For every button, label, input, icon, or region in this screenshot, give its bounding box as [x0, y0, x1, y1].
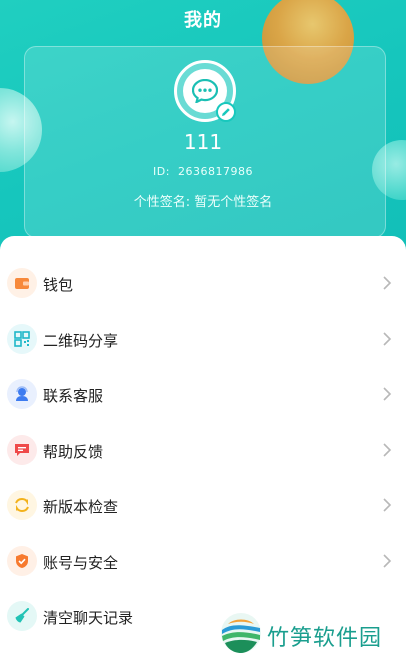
- menu-icon-bg: [7, 379, 37, 409]
- menu-item-label: 清空聊天记录: [43, 609, 134, 627]
- watermark-logo: [221, 613, 261, 653]
- edit-avatar-button[interactable]: [216, 102, 236, 122]
- update-icon: [15, 497, 29, 513]
- signature[interactable]: 个性签名: 暂无个性签名: [0, 191, 406, 210]
- user-id: ID: 2636817986: [0, 165, 406, 178]
- menu-icon-bg: [7, 546, 37, 576]
- menu-icon-bg: [7, 268, 37, 298]
- user-id-value: 2636817986: [177, 165, 253, 178]
- page-title: 我的: [184, 10, 222, 31]
- wallet-icon: [15, 278, 29, 289]
- feedback-icon: [15, 444, 29, 456]
- menu-item-label: 新版本检查: [43, 498, 119, 516]
- chevron-right-icon: [383, 276, 392, 290]
- menu-item-label: 联系客服: [43, 387, 104, 405]
- menu-icon-bg: [7, 324, 37, 354]
- signature-label: 个性签名:: [133, 195, 191, 210]
- menu-icon-bg: [7, 435, 37, 465]
- chevron-right-icon: [383, 554, 392, 568]
- customer-service-icon: [16, 386, 28, 401]
- user-id-label: ID:: [153, 165, 170, 178]
- menu-item-qrcode-share[interactable]: 二维码分享: [0, 314, 406, 366]
- signature-value: 暂无个性签名: [194, 195, 273, 210]
- menu-item-customer-service[interactable]: 联系客服: [0, 369, 406, 421]
- menu-item-help-feedback[interactable]: 帮助反馈: [0, 425, 406, 477]
- avatar[interactable]: [174, 60, 236, 122]
- watermark-text: 竹笋软件园: [267, 626, 383, 651]
- chevron-right-icon: [383, 443, 392, 457]
- broom-icon: [15, 608, 29, 623]
- username: 111: [183, 130, 223, 154]
- qrcode-icon: [14, 331, 30, 347]
- menu-item-account-security[interactable]: 账号与安全: [0, 536, 406, 588]
- chat-bubble-icon: [192, 79, 218, 103]
- chevron-right-icon: [383, 498, 392, 512]
- menu-item-label: 二维码分享: [43, 332, 119, 350]
- menu-item-wallet[interactable]: 钱包: [0, 258, 406, 310]
- settings-menu: 钱包 二维码分享 联系客服 帮助反馈 新版本检查 账号与安全 清空聊天记录: [0, 236, 406, 661]
- chevron-right-icon: [383, 332, 392, 346]
- menu-item-label: 帮助反馈: [43, 443, 104, 461]
- menu-icon-bg: [7, 490, 37, 520]
- menu-item-version-check[interactable]: 新版本检查: [0, 480, 406, 532]
- edit-pencil-icon: [222, 108, 230, 116]
- watermark: 竹笋软件园: [220, 612, 400, 656]
- profile-header: 我的 111 ID: 2636817986 个性签名: 暂无个性签名: [0, 0, 406, 262]
- menu-item-label: 账号与安全: [43, 554, 119, 572]
- chevron-right-icon: [383, 387, 392, 401]
- menu-icon-bg: [7, 601, 37, 631]
- shield-icon: [16, 554, 28, 568]
- menu-item-label: 钱包: [43, 276, 74, 294]
